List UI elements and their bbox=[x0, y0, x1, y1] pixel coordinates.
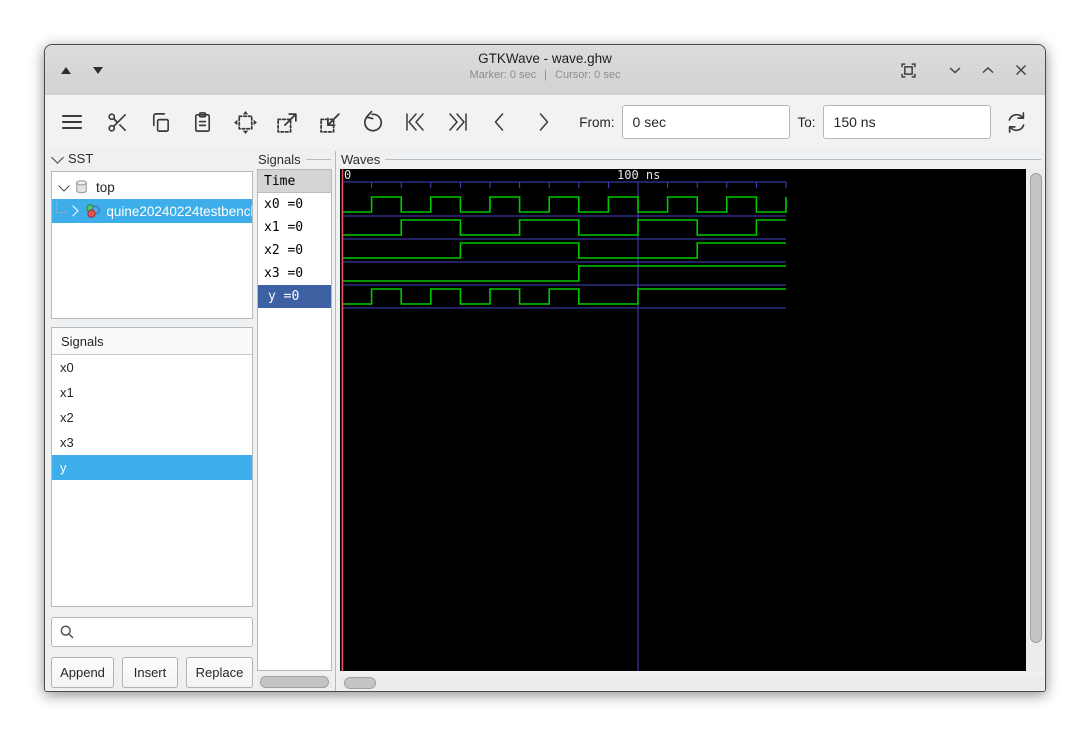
signal-list-item-x0[interactable]: x0 bbox=[52, 355, 252, 380]
insert-button[interactable]: Insert bbox=[122, 657, 178, 688]
signal-search-panel: Signals x0 x1 x2 x3 y bbox=[51, 327, 253, 607]
tree-row-testbench[interactable]: quine20240224testbench bbox=[52, 199, 252, 223]
menu-icon[interactable] bbox=[55, 106, 89, 138]
shift-down-icon[interactable] bbox=[93, 66, 103, 74]
scrollbar-thumb[interactable] bbox=[1030, 173, 1042, 643]
keep-above-icon[interactable] bbox=[900, 62, 916, 78]
titlebar[interactable]: GTKWave - wave.ghw Marker: 0 sec | Cursor:… bbox=[45, 45, 1045, 96]
to-input[interactable] bbox=[822, 105, 991, 139]
step-forward-icon[interactable] bbox=[529, 106, 558, 138]
wave-name-row-x2[interactable]: x2 =0 bbox=[258, 239, 331, 262]
wave-name-row-x3[interactable]: x3 =0 bbox=[258, 262, 331, 285]
minimize-icon[interactable] bbox=[947, 62, 963, 78]
step-back-icon[interactable] bbox=[486, 106, 515, 138]
signal-list-item-x3[interactable]: x3 bbox=[52, 430, 252, 455]
undo-icon[interactable] bbox=[359, 106, 388, 138]
close-icon[interactable] bbox=[1013, 62, 1029, 78]
toolbar: From: To: bbox=[45, 95, 1045, 149]
tree-branch bbox=[56, 201, 67, 213]
chevron-down-icon bbox=[51, 150, 64, 164]
signal-search-box[interactable] bbox=[51, 617, 253, 647]
cut-icon[interactable] bbox=[103, 106, 132, 138]
wave-name-row-x1[interactable]: x1 =0 bbox=[258, 216, 331, 239]
wave-canvas[interactable]: 0 100 ns bbox=[340, 168, 1026, 671]
waves-frame-label: Waves bbox=[341, 151, 1041, 167]
screenshot-background: GTKWave - wave.ghw Marker: 0 sec | Cursor:… bbox=[0, 0, 1090, 738]
paste-icon[interactable] bbox=[188, 106, 217, 138]
signal-list: x0 x1 x2 x3 y bbox=[52, 355, 252, 480]
sst-label: SST bbox=[68, 151, 94, 166]
from-label: From: bbox=[579, 114, 615, 130]
scrollbar-thumb[interactable] bbox=[344, 677, 376, 689]
sst-expander[interactable]: SST bbox=[51, 150, 94, 166]
zoom-fit-icon[interactable] bbox=[231, 106, 260, 138]
skip-to-end-icon[interactable] bbox=[444, 106, 473, 138]
chevron-down-icon[interactable] bbox=[58, 179, 70, 192]
pane-splitter[interactable] bbox=[335, 151, 336, 691]
signals-column-header[interactable]: Signals bbox=[52, 328, 252, 355]
wave-names-hscrollbar[interactable] bbox=[257, 675, 332, 688]
process-icon bbox=[86, 204, 101, 218]
wave-name-row-y[interactable]: y =0 bbox=[258, 285, 331, 308]
scrollbar-thumb[interactable] bbox=[260, 676, 329, 688]
maximize-icon[interactable] bbox=[980, 62, 996, 78]
zoom-in-icon[interactable] bbox=[273, 106, 302, 138]
waves-vscrollbar[interactable] bbox=[1027, 169, 1044, 671]
to-label: To: bbox=[797, 114, 816, 130]
append-button[interactable]: Append bbox=[51, 657, 114, 688]
main-content: SST top quine20240224testbench Signals x… bbox=[45, 149, 1045, 691]
signal-list-item-y[interactable]: y bbox=[52, 455, 252, 480]
wave-names-frame-label: Signals bbox=[258, 151, 331, 167]
wave-names-panel: Time x0 =0 x1 =0 x2 =0 x3 =0 y =0 bbox=[257, 169, 332, 671]
status-separator: | bbox=[544, 69, 548, 81]
status-line: Marker: 0 sec | Cursor: 0 sec bbox=[45, 69, 1045, 81]
copy-icon[interactable] bbox=[146, 106, 175, 138]
tree-item-label: quine20240224testbench bbox=[106, 203, 252, 219]
shift-up-icon[interactable] bbox=[61, 66, 71, 74]
search-icon bbox=[60, 625, 74, 639]
svg-text:100 ns: 100 ns bbox=[617, 169, 660, 182]
chevron-right-icon[interactable] bbox=[66, 205, 79, 217]
marker-status: Marker: 0 sec bbox=[469, 69, 537, 81]
wave-name-row-x0[interactable]: x0 =0 bbox=[258, 193, 331, 216]
reload-icon[interactable] bbox=[1003, 106, 1032, 138]
tree-item-label: top bbox=[96, 179, 115, 195]
signal-list-item-x2[interactable]: x2 bbox=[52, 405, 252, 430]
replace-button[interactable]: Replace bbox=[186, 657, 253, 688]
waves-hscrollbar[interactable] bbox=[340, 675, 1044, 690]
time-header[interactable]: Time bbox=[258, 170, 331, 193]
sst-tree: top quine20240224testbench bbox=[51, 171, 253, 319]
svg-text:0: 0 bbox=[344, 169, 351, 182]
from-input[interactable] bbox=[621, 105, 790, 139]
cursor-status: Cursor: 0 sec bbox=[555, 69, 621, 81]
skip-to-start-icon[interactable] bbox=[401, 106, 430, 138]
tree-row-top[interactable]: top bbox=[52, 175, 252, 199]
zoom-out-icon[interactable] bbox=[316, 106, 345, 138]
window-title: GTKWave - wave.ghw bbox=[478, 51, 612, 66]
signal-list-item-x1[interactable]: x1 bbox=[52, 380, 252, 405]
gtkwave-window: GTKWave - wave.ghw Marker: 0 sec | Cursor:… bbox=[44, 44, 1046, 692]
module-icon bbox=[76, 180, 87, 194]
